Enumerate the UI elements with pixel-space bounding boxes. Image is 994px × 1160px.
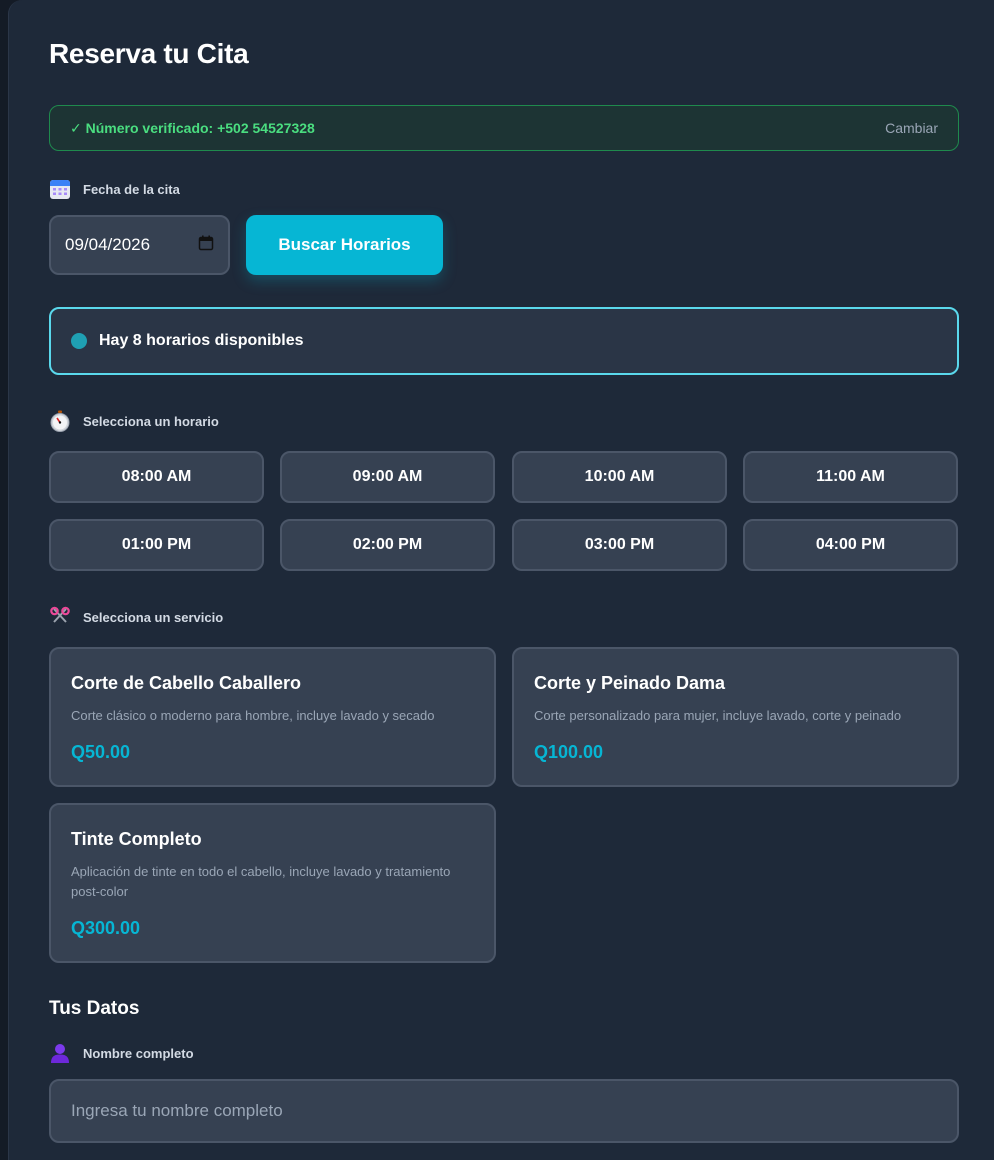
time-label: Selecciona un horario [83, 413, 219, 429]
page-title: Reserva tu Cita [49, 38, 249, 69]
name-label-row: Nombre completo [49, 1042, 194, 1064]
verified-banner: ✓ Número verificado: +502 54527328 Cambi… [49, 105, 959, 151]
full-name-input[interactable] [49, 1079, 959, 1143]
time-slot[interactable]: 08:00 AM [49, 451, 264, 503]
service-card[interactable]: Corte y Peinado Dama Corte personalizado… [512, 647, 959, 787]
time-label-row: Selecciona un horario [49, 410, 219, 432]
verified-text: ✓ Número verificado: +502 54527328 [70, 119, 315, 136]
date-value: 09/04/2026 [65, 235, 151, 254]
time-slot[interactable]: 10:00 AM [512, 451, 727, 503]
service-label-row: Selecciona un servicio [49, 606, 223, 628]
service-price: Q50.00 [71, 742, 131, 762]
date-input[interactable]: 09/04/2026 [49, 215, 230, 275]
service-description: Corte clásico o moderno para hombre, inc… [71, 708, 435, 723]
availability-text: Hay 8 horarios disponibles [99, 332, 304, 349]
calendar-picker-icon[interactable] [198, 235, 214, 256]
service-name: Tinte Completo [71, 829, 202, 849]
service-price: Q300.00 [71, 918, 141, 938]
stopwatch-icon [49, 410, 71, 432]
date-label-row: Fecha de la cita [49, 178, 180, 200]
availability-banner: Hay 8 horarios disponibles [49, 307, 959, 375]
person-icon [49, 1042, 71, 1064]
time-slot[interactable]: 04:00 PM [743, 519, 958, 571]
service-card[interactable]: Corte de Cabello Caballero Corte clásico… [49, 647, 496, 787]
change-number-link[interactable]: Cambiar [885, 120, 938, 136]
calendar-icon [49, 178, 71, 200]
service-card[interactable]: Tinte Completo Aplicación de tinte en to… [49, 803, 496, 963]
name-label: Nombre completo [83, 1045, 194, 1061]
time-slot[interactable]: 02:00 PM [280, 519, 495, 571]
date-label: Fecha de la cita [83, 181, 180, 197]
service-label: Selecciona un servicio [83, 609, 224, 625]
status-dot-icon [71, 333, 87, 349]
time-slot[interactable]: 09:00 AM [280, 451, 495, 503]
search-schedules-button[interactable]: Buscar Horarios [246, 215, 443, 275]
service-name: Corte de Cabello Caballero [71, 673, 302, 693]
scissors-icon [49, 606, 71, 628]
time-slot[interactable]: 01:00 PM [49, 519, 264, 571]
booking-card: Reserva tu Cita ✓ Número verificado: +50… [8, 0, 994, 1160]
time-slot[interactable]: 03:00 PM [512, 519, 727, 571]
service-description: Aplicación de tinte en todo el cabello, … [71, 864, 451, 899]
service-description: Corte personalizado para mujer, incluye … [534, 708, 902, 723]
service-name: Corte y Peinado Dama [534, 673, 726, 693]
service-price: Q100.00 [534, 742, 604, 762]
time-slot[interactable]: 11:00 AM [743, 451, 958, 503]
user-data-title: Tus Datos [49, 998, 140, 1019]
